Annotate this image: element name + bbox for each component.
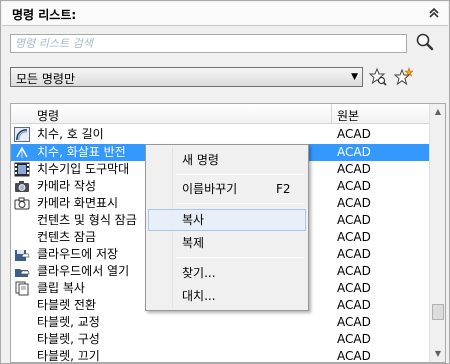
scroll-up-arrow-icon[interactable]: ▲ xyxy=(430,104,445,120)
camera-icon xyxy=(14,196,30,211)
scroll-down-arrow-icon[interactable]: ▼ xyxy=(430,346,445,362)
command-name: 타블렛, 교정 xyxy=(37,315,100,329)
menu-item-new-command[interactable]: 새 명령 xyxy=(148,149,306,171)
menu-separator xyxy=(176,174,304,175)
panel-title: 명령 리스트: xyxy=(12,8,77,22)
menu-item-replace[interactable]: 대치... xyxy=(148,285,306,307)
menu-separator xyxy=(176,203,304,204)
command-source: ACAD xyxy=(337,179,371,193)
chevron-down-icon: ▼ xyxy=(351,72,358,82)
menu-item-label: 새 명령 xyxy=(182,153,219,167)
command-name: 클립 복사 xyxy=(37,281,85,295)
command-source: ACAD xyxy=(337,264,371,278)
menu-item-label: 이름바꾸기 xyxy=(182,182,238,196)
menu-item-duplicate[interactable]: 복제 xyxy=(148,232,306,254)
search-input[interactable] xyxy=(10,34,407,53)
list-item[interactable]: 타블렛, 교정 ACAD xyxy=(11,314,430,331)
command-source: ACAD xyxy=(337,145,371,159)
new-favorite-icon[interactable] xyxy=(393,67,414,87)
cloud-open-icon xyxy=(14,264,30,279)
arc-length-icon xyxy=(14,127,30,142)
command-name: 타블렛 전환 xyxy=(37,298,97,312)
menu-item-find[interactable]: 찾기... xyxy=(148,262,306,284)
command-source: ACAD xyxy=(337,281,371,295)
command-name: 컨텐츠 잠금 xyxy=(37,230,97,244)
cloud-save-icon xyxy=(14,247,30,262)
search-icon[interactable] xyxy=(415,32,435,52)
command-name: 클라우드에 저장 xyxy=(37,247,119,261)
flip-arrow-icon xyxy=(14,145,30,160)
collapse-icon[interactable] xyxy=(426,5,442,21)
command-name: 치수, 화살표 반전 xyxy=(37,145,126,159)
menu-item-label: 복사 xyxy=(182,213,205,227)
clip-copy-icon xyxy=(14,281,30,296)
column-header-command[interactable]: 명령 xyxy=(37,107,59,124)
menu-item-label: 대치... xyxy=(182,289,216,303)
command-source: ACAD xyxy=(337,196,371,210)
menu-item-copy[interactable]: 복사 xyxy=(148,209,306,231)
command-source: ACAD xyxy=(337,349,371,363)
find-favorite-icon[interactable] xyxy=(368,67,388,87)
command-name: 컨텐츠 및 형식 잠금 xyxy=(37,213,137,227)
command-source: ACAD xyxy=(337,332,371,346)
command-filter-dropdown[interactable]: 모든 명령만 ▼ xyxy=(10,67,363,87)
vertical-scrollbar[interactable]: ▲ ▼ xyxy=(429,104,445,362)
command-name: 치수기입 도구막대 xyxy=(37,162,130,176)
menu-separator xyxy=(176,257,304,258)
column-divider[interactable] xyxy=(331,104,332,124)
column-header-source[interactable]: 원본 xyxy=(337,107,359,124)
menu-item-label: 복제 xyxy=(182,236,205,250)
command-source: ACAD xyxy=(337,162,371,176)
film-strip-icon xyxy=(14,162,30,177)
menu-item-shortcut: F2 xyxy=(276,182,291,196)
context-menu: 새 명령 이름바꾸기 F2 복사 복제 찾기... 대치... xyxy=(145,144,309,311)
command-name: 카메라 화면표시 xyxy=(37,196,119,210)
command-name: 치수, 호 길이 xyxy=(37,127,104,141)
command-source: ACAD xyxy=(337,127,371,141)
menu-item-label: 찾기... xyxy=(182,266,216,280)
command-list-panel: 명령 리스트: 모든 명령만 ▼ 명령 xyxy=(0,0,450,364)
scroll-thumb[interactable] xyxy=(432,304,444,320)
menu-item-rename[interactable]: 이름바꾸기 F2 xyxy=(148,178,306,200)
command-source: ACAD xyxy=(337,315,371,329)
panel-header: 명령 리스트: xyxy=(2,2,448,26)
command-name: 카메라 작성 xyxy=(37,179,97,193)
command-name: 타블렛, 구성 xyxy=(37,332,100,346)
filter-selected-value: 모든 명령만 xyxy=(16,72,76,86)
list-item[interactable]: 타블렛, 구성 ACAD xyxy=(11,331,430,348)
camera-icon xyxy=(14,179,30,194)
command-name: 클라우드에서 열기 xyxy=(37,264,130,278)
list-item[interactable]: 치수, 호 길이 ACAD xyxy=(11,126,430,143)
command-source: ACAD xyxy=(337,230,371,244)
command-name: 타블렛, 끄기 xyxy=(37,349,100,363)
command-source: ACAD xyxy=(337,298,371,312)
list-header: 명령 원본 xyxy=(11,104,430,124)
command-source: ACAD xyxy=(337,247,371,261)
command-source: ACAD xyxy=(337,213,371,227)
list-item[interactable]: 타블렛, 끄기 ACAD xyxy=(11,348,430,363)
